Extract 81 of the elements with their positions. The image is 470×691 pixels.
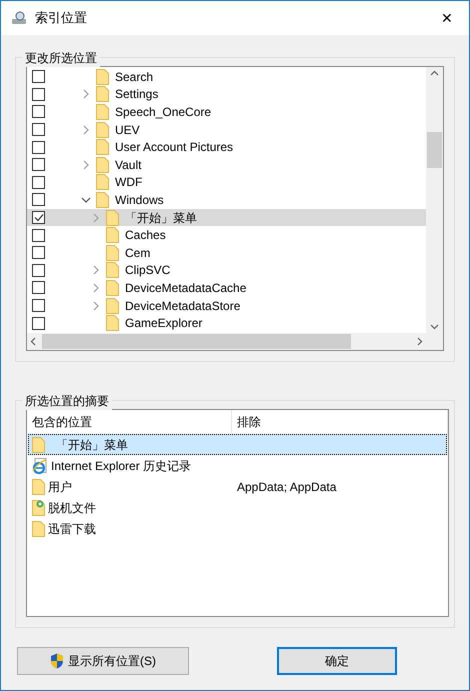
location-text[interactable]: Internet Explorer 历史记录: [51, 456, 192, 474]
folder-icon: [106, 227, 119, 244]
checkbox[interactable]: [32, 176, 45, 189]
location-text[interactable]: 用户: [48, 478, 72, 496]
tree-item[interactable]: Windows: [115, 190, 164, 209]
folder-icon: [106, 244, 119, 261]
checkbox[interactable]: [32, 211, 45, 224]
group-title: 更改所选位置: [22, 49, 100, 67]
expand-icon[interactable]: [81, 160, 91, 170]
scroll-up-icon[interactable]: [430, 69, 439, 78]
checkbox[interactable]: [32, 158, 45, 172]
tree-item[interactable]: GameExplorer: [125, 314, 202, 332]
folder-icon: [106, 315, 119, 332]
checkbox[interactable]: [32, 228, 45, 242]
folder-icon: [96, 156, 109, 173]
folder-icon: [106, 298, 119, 314]
tree-item[interactable]: ClipSVC: [125, 261, 170, 280]
folder-icon: [96, 192, 109, 208]
tree-item[interactable]: Vault: [115, 156, 142, 174]
checkbox[interactable]: [32, 316, 45, 330]
close-button[interactable]: ✕: [435, 11, 459, 25]
folder-icon: [96, 122, 109, 138]
expand-icon[interactable]: [81, 124, 91, 135]
tree-item[interactable]: WDF: [115, 173, 142, 192]
search-drive-icon: [11, 10, 29, 26]
folder-icon: [32, 478, 45, 494]
checkbox[interactable]: [32, 193, 45, 206]
group-title: 所选位置的摘要: [22, 392, 112, 410]
tree-item[interactable]: DeviceMetadataCache: [125, 278, 246, 297]
folder-icon: [96, 86, 109, 102]
checkbox[interactable]: [32, 140, 45, 154]
folder-icon: [106, 280, 119, 296]
tree-item[interactable]: User Account Pictures: [115, 138, 234, 156]
location-text[interactable]: 迅雷下载: [48, 520, 96, 538]
selected-row-highlight[interactable]: 「开始」菜单: [27, 208, 426, 226]
expand-icon[interactable]: [91, 265, 101, 276]
folder-icon: [106, 262, 119, 278]
checkbox[interactable]: [32, 264, 45, 277]
checkbox[interactable]: [32, 105, 45, 118]
location-text[interactable]: 「开始」菜单: [56, 436, 128, 454]
checkbox[interactable]: [32, 299, 45, 312]
scroll-down-icon[interactable]: [430, 322, 439, 331]
horizontal-scrollbar[interactable]: [27, 333, 426, 350]
tree-item[interactable]: DeviceMetadataStore: [125, 296, 240, 315]
folder-icon: [96, 104, 109, 120]
folder-icon: [96, 174, 109, 190]
folder-icon: [32, 520, 45, 536]
tree-item[interactable]: Speech_OneCore: [115, 102, 212, 121]
checkbox[interactable]: [32, 123, 45, 136]
window-title: 索引位置: [35, 9, 88, 28]
expand-icon[interactable]: [91, 282, 101, 293]
scrollbar-thumb[interactable]: [42, 334, 351, 349]
ie-icon: [32, 458, 48, 474]
scrollbar-thumb[interactable]: [427, 132, 442, 168]
folder-icon: [106, 210, 119, 226]
checkbox[interactable]: [32, 246, 45, 260]
tree-item[interactable]: Cem: [125, 244, 150, 262]
shield-icon: [50, 653, 64, 669]
expand-icon[interactable]: [81, 89, 91, 100]
tree-item[interactable]: Search: [115, 68, 154, 86]
location-text[interactable]: 脱机文件: [48, 498, 96, 516]
tree-item[interactable]: Settings: [115, 85, 158, 104]
folder-icon: [96, 68, 109, 85]
tree-item[interactable]: 「开始」菜单: [125, 208, 197, 227]
exclude-text: AppData; AppData: [237, 478, 336, 496]
folder-icon: [96, 139, 109, 156]
vertical-scrollbar[interactable]: [426, 67, 443, 333]
ok-button[interactable]: 确定: [277, 647, 397, 675]
tree-item[interactable]: UEV: [115, 120, 140, 139]
selected-row-highlight[interactable]: 「开始」菜单: [28, 434, 447, 455]
scroll-left-icon[interactable]: [29, 337, 38, 346]
show-all-button[interactable]: 显示所有位置(S): [17, 647, 189, 675]
collapse-icon[interactable]: [81, 194, 91, 205]
offline-folder-icon: [32, 500, 45, 516]
checkbox[interactable]: [32, 70, 45, 84]
folder-icon: [32, 436, 45, 452]
scroll-right-icon[interactable]: [415, 337, 424, 346]
checkbox[interactable]: [32, 88, 45, 101]
checkbox[interactable]: [32, 281, 45, 294]
tree-item[interactable]: Caches: [125, 226, 166, 244]
expand-icon[interactable]: [91, 300, 101, 311]
